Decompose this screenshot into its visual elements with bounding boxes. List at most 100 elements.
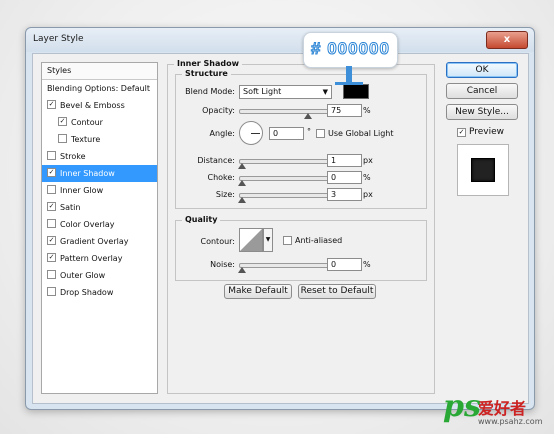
preview-swatch (471, 158, 495, 182)
distance-input[interactable]: 1 (327, 154, 362, 167)
watermark-logo: ps (443, 389, 481, 424)
reset-to-default-button[interactable]: Reset to Default (298, 284, 376, 299)
cancel-button[interactable]: Cancel (446, 83, 518, 99)
style-checkbox[interactable] (58, 134, 67, 143)
opacity-unit: % (363, 106, 371, 115)
angle-label: Angle: (209, 129, 235, 138)
anti-aliased-checkbox[interactable] (283, 236, 292, 245)
style-item-label: Inner Shadow (60, 169, 115, 178)
styles-header: Styles (42, 63, 157, 80)
style-checkbox[interactable]: ✓ (47, 202, 56, 211)
opacity-slider[interactable] (239, 109, 331, 119)
contour-picker[interactable] (239, 228, 263, 252)
style-item-gradient-overlay[interactable]: ✓ Gradient Overlay (42, 233, 157, 250)
size-unit: px (363, 190, 373, 199)
style-item-outer-glow[interactable]: Outer Glow (42, 267, 157, 284)
callout-pointer-bar (335, 82, 363, 85)
style-item-label: Texture (71, 135, 101, 144)
close-icon: x (503, 34, 511, 45)
style-item-label: Contour (71, 118, 103, 127)
style-item-contour[interactable]: ✓ Contour (42, 114, 157, 131)
close-button[interactable]: x (486, 31, 528, 49)
opacity-slider-thumb[interactable] (303, 113, 312, 119)
blend-mode-label: Blend Mode: (185, 87, 235, 96)
preview-thumbnail (457, 144, 509, 196)
anti-aliased-label: Anti-aliased (295, 236, 343, 245)
watermark-url: www.psahz.com (478, 417, 543, 426)
color-callout: # 000000 (303, 32, 398, 68)
dialog-client: Styles Blending Options: Default ✓ Bevel &… (32, 53, 529, 404)
style-checkbox[interactable] (47, 151, 56, 160)
size-input[interactable]: 3 (327, 188, 362, 201)
style-checkbox[interactable]: ✓ (47, 253, 56, 262)
opacity-label: Opacity: (202, 106, 235, 115)
structure-title: Structure (182, 69, 231, 78)
style-item-label: Color Overlay (60, 220, 115, 229)
style-item-satin[interactable]: ✓ Satin (42, 199, 157, 216)
noise-input[interactable]: 0 (327, 258, 362, 271)
chevron-down-icon: ▼ (265, 236, 271, 243)
style-checkbox[interactable] (47, 287, 56, 296)
style-item-label: Bevel & Emboss (60, 101, 125, 110)
size-label: Size: (215, 190, 235, 199)
layer-style-dialog: Layer Style x Styles Blending Options: D… (25, 27, 535, 410)
distance-label: Distance: (197, 156, 235, 165)
noise-slider[interactable] (238, 263, 331, 273)
style-item-pattern-overlay[interactable]: ✓ Pattern Overlay (42, 250, 157, 267)
blend-mode-select[interactable]: Soft Light ▼ (239, 85, 332, 99)
style-item-label: Outer Glow (60, 271, 106, 280)
degree-unit: ° (307, 127, 311, 136)
noise-slider-thumb[interactable] (238, 267, 246, 273)
styles-list: Styles Blending Options: Default ✓ Bevel &… (41, 62, 158, 394)
contour-label: Contour: (200, 237, 236, 246)
style-checkbox[interactable]: ✓ (47, 168, 56, 177)
title-bar[interactable]: Layer Style x (26, 28, 534, 52)
style-item-inner-shadow[interactable]: ✓ Inner Shadow (42, 165, 157, 182)
style-item-texture[interactable]: Texture (42, 131, 157, 148)
watermark-chinese: 爱好者 (478, 399, 527, 418)
style-item-bevel-emboss[interactable]: ✓ Bevel & Emboss (42, 97, 157, 114)
choke-input[interactable]: 0 (327, 171, 362, 184)
style-item-label: Stroke (60, 152, 86, 161)
quality-title: Quality (182, 215, 221, 224)
angle-input[interactable]: 0 (269, 127, 304, 140)
style-checkbox[interactable] (47, 185, 56, 194)
shadow-color-swatch[interactable] (343, 84, 369, 99)
use-global-light-checkbox[interactable] (316, 129, 325, 138)
style-checkbox[interactable]: ✓ (47, 100, 56, 109)
chevron-down-icon: ▼ (322, 88, 328, 96)
style-item-stroke[interactable]: Stroke (42, 148, 157, 165)
make-default-button[interactable]: Make Default (224, 284, 292, 299)
ok-button[interactable]: OK (446, 62, 518, 78)
preview-checkbox[interactable]: ✓ (457, 128, 466, 137)
choke-slider[interactable] (238, 176, 331, 186)
distance-unit: px (363, 156, 373, 165)
contour-linear-icon (240, 229, 262, 251)
opacity-input[interactable]: 75 (327, 104, 362, 117)
style-item-color-overlay[interactable]: Color Overlay (42, 216, 157, 233)
size-slider[interactable] (238, 193, 331, 203)
choke-label: Choke: (207, 173, 235, 182)
contour-dropdown-arrow[interactable]: ▼ (263, 228, 273, 252)
distance-slider[interactable] (238, 159, 331, 169)
style-item-blending-options-default[interactable]: Blending Options: Default (42, 80, 157, 97)
size-slider-thumb[interactable] (238, 197, 246, 203)
style-item-label: Gradient Overlay (60, 237, 129, 246)
style-checkbox[interactable] (47, 219, 56, 228)
use-global-light-label: Use Global Light (328, 129, 394, 138)
checkmark-icon: ✓ (458, 128, 465, 136)
blend-mode-value: Soft Light (243, 87, 282, 96)
style-checkbox[interactable]: ✓ (58, 117, 67, 126)
style-item-drop-shadow[interactable]: Drop Shadow (42, 284, 157, 301)
distance-slider-thumb[interactable] (238, 163, 246, 169)
style-checkbox[interactable] (47, 270, 56, 279)
style-checkbox[interactable]: ✓ (47, 236, 56, 245)
noise-label: Noise: (210, 260, 235, 269)
quality-group: Quality (175, 215, 427, 281)
new-style-button[interactable]: New Style... (446, 104, 518, 120)
angle-dial[interactable] (239, 121, 263, 145)
style-item-label: Blending Options: Default (47, 84, 151, 93)
style-item-inner-glow[interactable]: Inner Glow (42, 182, 157, 199)
choke-slider-thumb[interactable] (238, 180, 246, 186)
inner-shadow-title: Inner Shadow (174, 59, 242, 68)
